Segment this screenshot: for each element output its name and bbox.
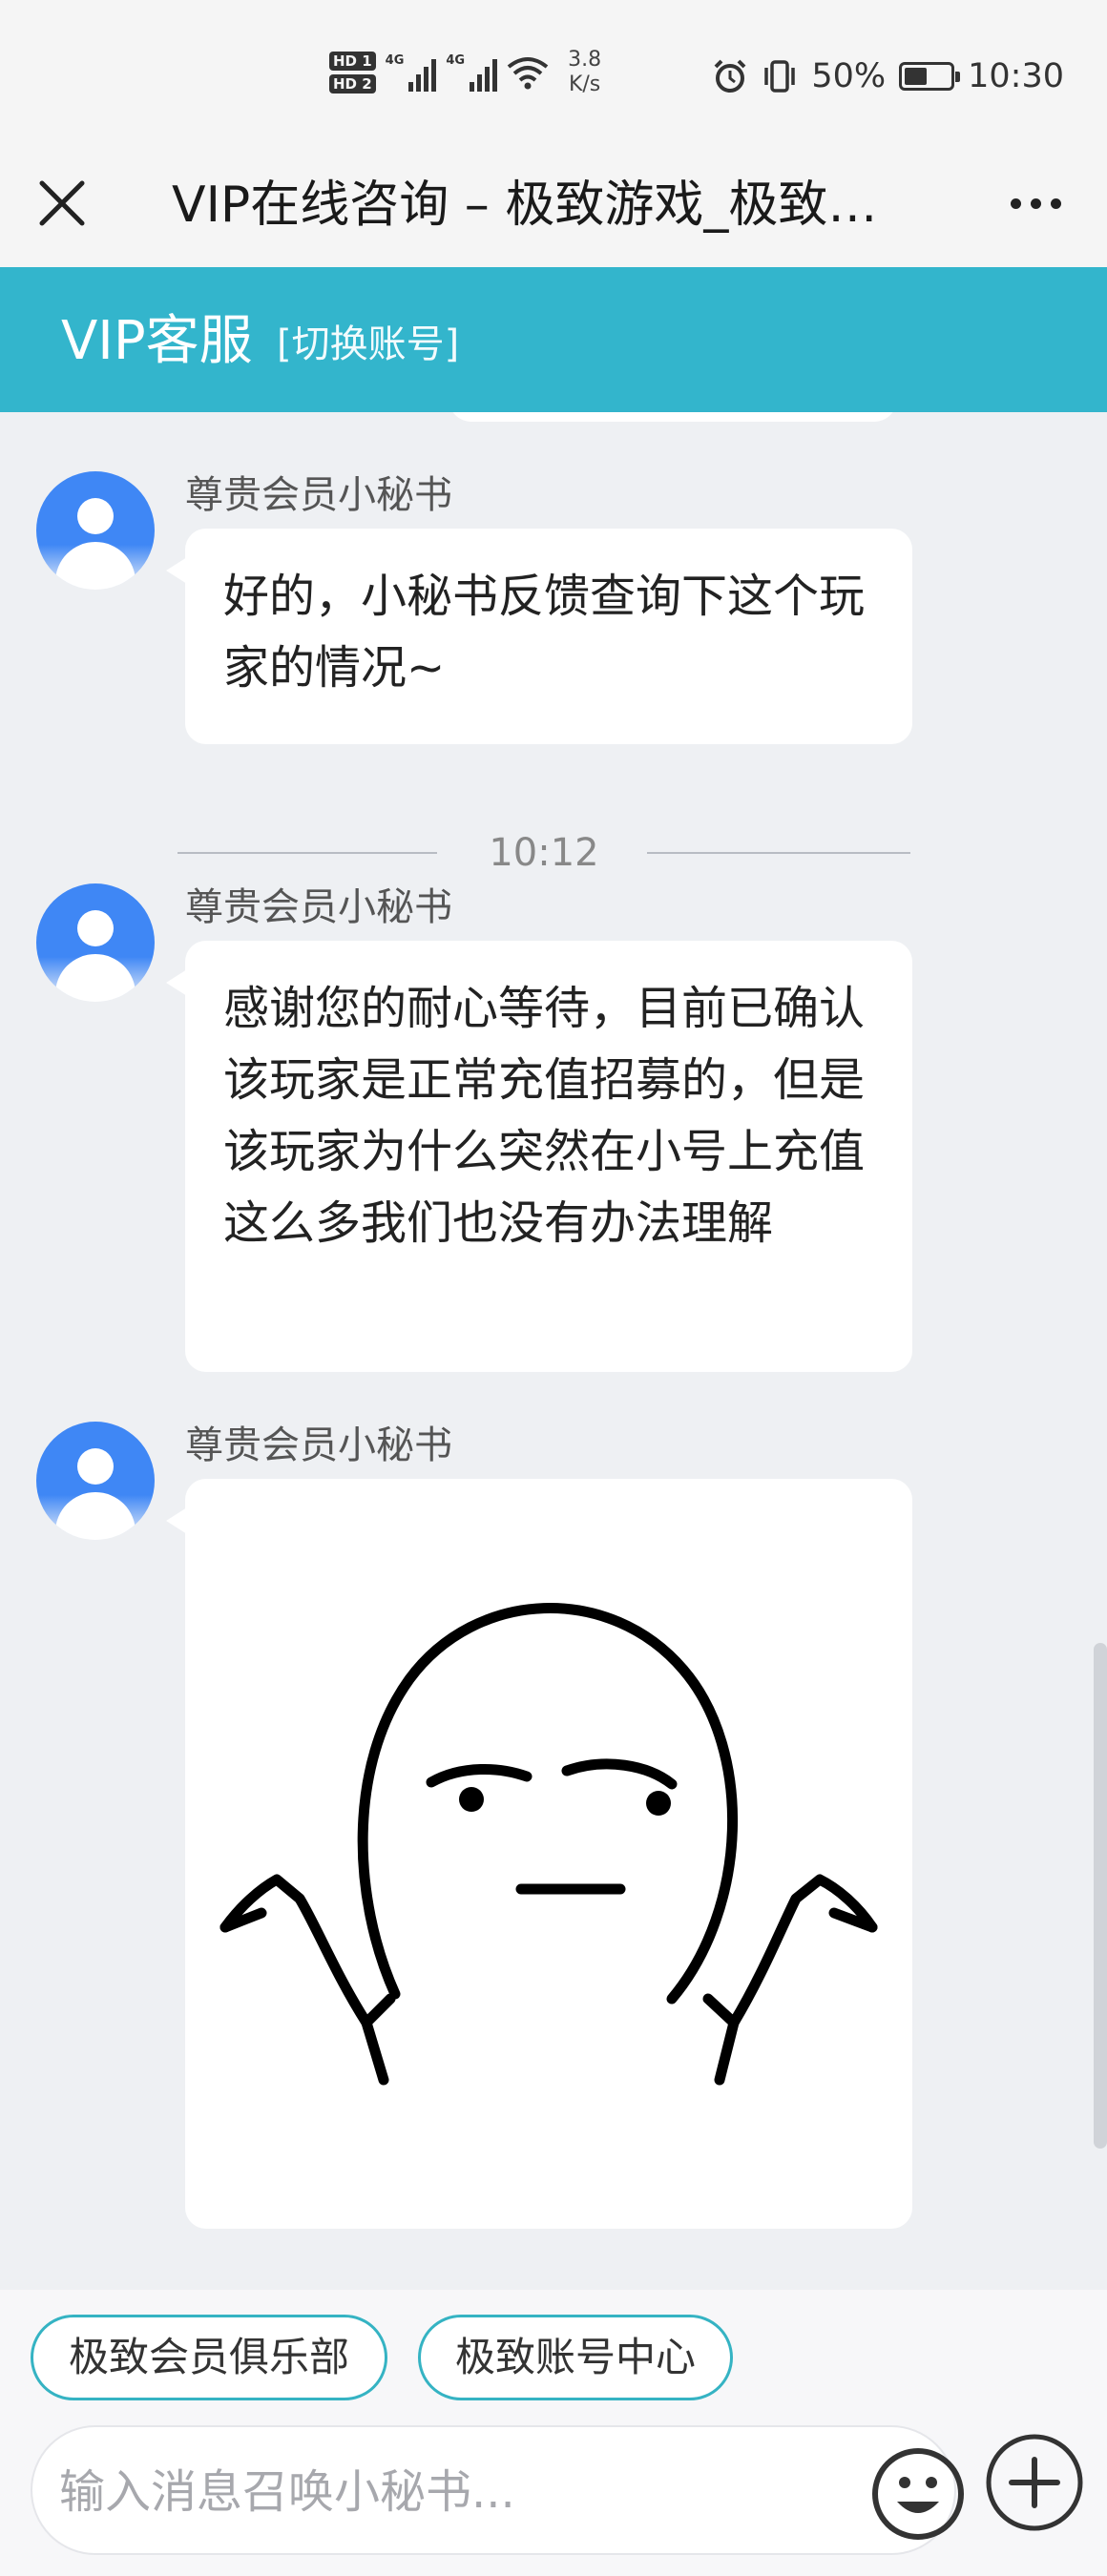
signal-icon: 4G	[386, 53, 437, 92]
wifi-icon	[507, 57, 549, 90]
service-header: VIP客服 [切换账号]	[0, 267, 1107, 412]
sender-name: 尊贵会员小秘书	[185, 1423, 452, 1467]
alarm-icon	[714, 59, 746, 93]
avatar	[36, 471, 155, 590]
battery-level	[905, 68, 928, 85]
battery-icon	[899, 62, 961, 91]
vibrate-icon	[764, 60, 796, 93]
network-speed: 3.8 K/s	[568, 48, 601, 97]
speed-value: 3.8	[568, 48, 602, 72]
message-input[interactable]	[59, 2456, 823, 2528]
message-input-box	[31, 2425, 964, 2555]
divider-line	[647, 852, 910, 854]
page-title: VIP在线咨询 – 极致游戏_极致…	[172, 177, 878, 234]
sticker-bubble[interactable]	[166, 1479, 912, 2229]
message-bubble: 好的，小秘书反馈查询下这个玩家的情况~	[166, 529, 912, 744]
plus-icon[interactable]	[985, 2433, 1084, 2532]
avatar	[36, 883, 155, 1002]
more-dot-icon	[1050, 197, 1061, 209]
timestamp-divider: 10:12	[178, 824, 910, 882]
service-title: VIP客服	[61, 310, 253, 372]
signal-icon: 4G	[446, 53, 498, 92]
network-type-label: 4G	[446, 53, 466, 68]
title-bar: VIP在线咨询 – 极致游戏_极致…	[0, 143, 1107, 267]
more-options-button[interactable]	[992, 170, 1078, 237]
quick-action-member-club[interactable]: 极致会员俱乐部	[31, 2315, 387, 2400]
battery-percent: 50%	[811, 57, 887, 95]
close-icon	[39, 180, 85, 226]
hd2-badge: HD 2	[329, 74, 376, 93]
close-button[interactable]	[29, 170, 95, 237]
hd1-badge: HD 1	[329, 52, 376, 71]
more-dot-icon	[1030, 197, 1041, 209]
chat-message: 尊贵会员小秘书 感谢您的耐心等待，目前已确认该玩家是正常充值招募的，但是该玩家为…	[0, 883, 1107, 1372]
hd-badges: HD 1 HD 2	[329, 52, 376, 93]
avatar	[36, 1422, 155, 1540]
previous-message-bubble	[449, 412, 897, 422]
status-right: 50% 10:30	[712, 48, 1064, 105]
chat-scrollbar[interactable]	[1094, 1643, 1107, 2149]
sender-name: 尊贵会员小秘书	[185, 885, 452, 929]
sender-name: 尊贵会员小秘书	[185, 473, 452, 517]
status-left: HD 1 HD 2 4G 4G 3.8 K/s	[329, 44, 601, 101]
chat-area[interactable]: 尊贵会员小秘书 好的，小秘书反馈查询下这个玩家的情况~ 10:12 尊贵会员小秘…	[0, 412, 1107, 2290]
clock: 10:30	[968, 57, 1064, 95]
message-bubble: 感谢您的耐心等待，目前已确认该玩家是正常充值招募的，但是该玩家为什么突然在小号上…	[166, 941, 912, 1372]
chat-message: 尊贵会员小秘书	[0, 1422, 1107, 2290]
chat-message: 尊贵会员小秘书 好的，小秘书反馈查询下这个玩家的情况~	[0, 471, 1107, 758]
bottom-bar: 极致会员俱乐部 极致账号中心	[0, 2290, 1107, 2576]
speed-unit: K/s	[568, 73, 601, 96]
emoji-icon[interactable]	[870, 2446, 966, 2542]
more-dot-icon	[1010, 197, 1021, 209]
quick-action-account-center[interactable]: 极致账号中心	[418, 2315, 733, 2400]
status-bar: HD 1 HD 2 4G 4G 3.8 K/s 50% 10:30	[0, 0, 1107, 143]
switch-account-link[interactable]: [切换账号]	[277, 321, 459, 368]
network-type-label: 4G	[385, 53, 405, 68]
shrug-face-sticker	[219, 1603, 878, 2086]
